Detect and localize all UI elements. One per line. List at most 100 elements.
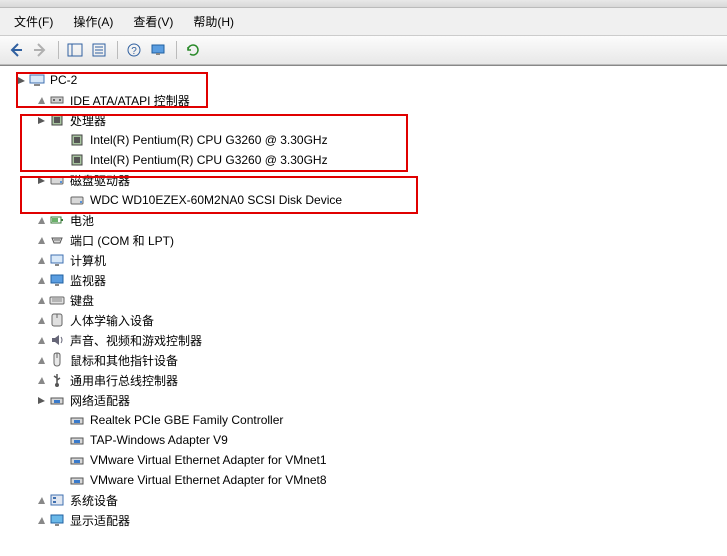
expander-icon[interactable]: [34, 293, 48, 307]
cpu-icon: [69, 132, 85, 148]
expander-icon[interactable]: [34, 333, 48, 347]
disk-icon: [49, 172, 65, 188]
node-label: 显示适配器: [68, 511, 132, 530]
node-label: WDC WD10EZEX-60M2NA0 SCSI Disk Device: [88, 192, 344, 208]
network-icon: [69, 472, 85, 488]
tree-node[interactable]: 人体学输入设备: [4, 310, 727, 330]
tree-node[interactable]: Realtek PCIe GBE Family Controller: [4, 410, 727, 430]
toolbar-separator: [58, 41, 59, 59]
node-label: Realtek PCIe GBE Family Controller: [88, 412, 285, 428]
expander-icon[interactable]: [34, 353, 48, 367]
tree-node[interactable]: 端口 (COM 和 LPT): [4, 230, 727, 250]
computer-icon: [49, 252, 65, 268]
tree-node[interactable]: Intel(R) Pentium(R) CPU G3260 @ 3.30GHz: [4, 150, 727, 170]
tree-node[interactable]: 鼠标和其他指针设备: [4, 350, 727, 370]
tree-node[interactable]: 显示适配器: [4, 510, 727, 530]
node-label: 鼠标和其他指针设备: [68, 351, 180, 370]
network-icon: [69, 412, 85, 428]
node-label: TAP-Windows Adapter V9: [88, 432, 230, 448]
tree-node-root[interactable]: PC-2: [4, 70, 727, 90]
toolbar-separator: [176, 41, 177, 59]
battery-icon: [49, 212, 65, 228]
properties-button[interactable]: [89, 39, 111, 61]
system-icon: [49, 492, 65, 508]
tree-node[interactable]: 监视器: [4, 270, 727, 290]
node-label: 监视器: [68, 271, 108, 290]
node-label: 声音、视频和游戏控制器: [68, 331, 204, 350]
expander-icon[interactable]: [34, 173, 48, 187]
expander-placeholder: [54, 453, 68, 467]
expander-icon[interactable]: [34, 373, 48, 387]
help-button[interactable]: ?: [124, 39, 146, 61]
menu-file[interactable]: 文件(F): [6, 10, 61, 33]
expander-icon[interactable]: [34, 253, 48, 267]
tree-icon: [67, 42, 83, 58]
hid-icon: [49, 312, 65, 328]
scan-button[interactable]: [148, 39, 170, 61]
refresh-icon: [185, 42, 201, 58]
keyboard-icon: [49, 292, 65, 308]
tree-node[interactable]: VMware Virtual Ethernet Adapter for VMne…: [4, 470, 727, 490]
tree-node[interactable]: WDC WD10EZEX-60M2NA0 SCSI Disk Device: [4, 190, 727, 210]
tree-node[interactable]: 磁盘驱动器: [4, 170, 727, 190]
tree-node[interactable]: 计算机: [4, 250, 727, 270]
arrow-right-icon: [32, 42, 48, 58]
expander-placeholder: [54, 153, 68, 167]
monitor-icon: [49, 272, 65, 288]
expander-icon[interactable]: [34, 313, 48, 327]
node-label: 电池: [68, 211, 96, 230]
menu-view[interactable]: 查看(V): [125, 10, 181, 33]
usb-icon: [49, 372, 65, 388]
expander-icon[interactable]: [34, 233, 48, 247]
expander-icon[interactable]: [34, 273, 48, 287]
expander-placeholder: [54, 133, 68, 147]
computer-icon: [29, 72, 45, 88]
toolbar: ?: [0, 36, 727, 65]
tree-node[interactable]: VMware Virtual Ethernet Adapter for VMne…: [4, 450, 727, 470]
tree-node[interactable]: 声音、视频和游戏控制器: [4, 330, 727, 350]
tree-node[interactable]: IDE ATA/ATAPI 控制器: [4, 90, 727, 110]
expander-placeholder: [54, 413, 68, 427]
tree-node[interactable]: 键盘: [4, 290, 727, 310]
expander-icon[interactable]: [34, 213, 48, 227]
refresh-button[interactable]: [183, 39, 205, 61]
expander-icon[interactable]: [14, 73, 28, 87]
tree-node[interactable]: TAP-Windows Adapter V9: [4, 430, 727, 450]
node-label: Intel(R) Pentium(R) CPU G3260 @ 3.30GHz: [88, 132, 330, 148]
monitor-icon: [150, 42, 166, 58]
tree-node[interactable]: 系统设备: [4, 490, 727, 510]
expander-placeholder: [54, 433, 68, 447]
node-label: 键盘: [68, 291, 96, 310]
show-hide-tree-button[interactable]: [65, 39, 87, 61]
expander-icon[interactable]: [34, 113, 48, 127]
back-button[interactable]: [6, 39, 28, 61]
tree-node[interactable]: 电池: [4, 210, 727, 230]
menu-bar: 文件(F) 操作(A) 查看(V) 帮助(H): [0, 8, 727, 36]
node-label: 端口 (COM 和 LPT): [68, 231, 176, 250]
node-label: VMware Virtual Ethernet Adapter for VMne…: [88, 452, 329, 468]
expander-placeholder: [54, 473, 68, 487]
forward-button[interactable]: [30, 39, 52, 61]
menu-action[interactable]: 操作(A): [65, 10, 121, 33]
tree-node[interactable]: 网络适配器: [4, 390, 727, 410]
node-label: 磁盘驱动器: [68, 171, 132, 190]
node-label: 通用串行总线控制器: [68, 371, 180, 390]
network-icon: [49, 392, 65, 408]
network-icon: [69, 432, 85, 448]
sound-icon: [49, 332, 65, 348]
node-label: 网络适配器: [68, 391, 132, 410]
expander-icon[interactable]: [34, 493, 48, 507]
tree-node[interactable]: Intel(R) Pentium(R) CPU G3260 @ 3.30GHz: [4, 130, 727, 150]
tree-node[interactable]: 处理器: [4, 110, 727, 130]
expander-icon[interactable]: [34, 393, 48, 407]
properties-icon: [91, 42, 107, 58]
node-label: 计算机: [68, 251, 108, 270]
node-label: IDE ATA/ATAPI 控制器: [68, 91, 192, 110]
disk-icon: [69, 192, 85, 208]
tree-node[interactable]: 通用串行总线控制器: [4, 370, 727, 390]
expander-icon[interactable]: [34, 513, 48, 527]
menu-help[interactable]: 帮助(H): [185, 10, 242, 33]
node-label: 人体学输入设备: [68, 311, 156, 330]
tree-panel[interactable]: PC-2 IDE ATA/ATAPI 控制器 处理器 Intel(R) Pent…: [0, 65, 727, 556]
expander-icon[interactable]: [34, 93, 48, 107]
